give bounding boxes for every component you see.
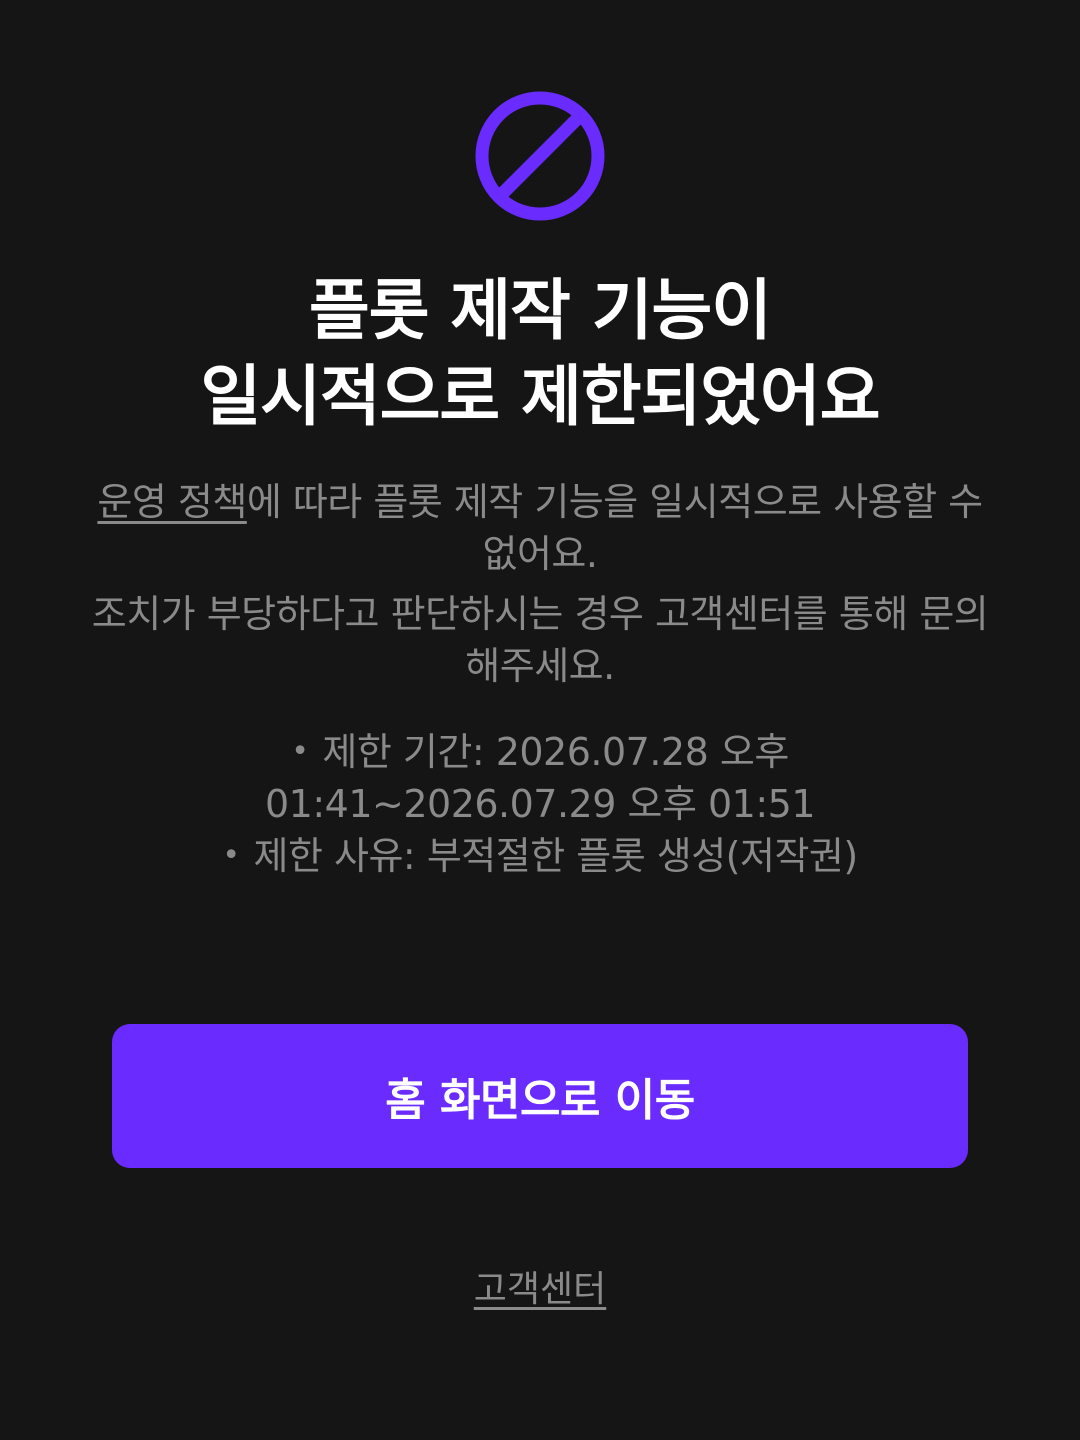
restriction-reason-text: 제한 사유: 부적절한 플롯 생성(저작권) <box>253 834 859 878</box>
description-paragraph-1-text: 에 따라 플롯 제작 기능을 일시적으로 사용할 수 없어요. <box>246 480 983 576</box>
policy-link[interactable]: 운영 정책 <box>97 480 247 524</box>
restriction-screen: 플롯 제작 기능이 일시적으로 제한되었어요 운영 정책에 따라 플롯 제작 기… <box>0 0 1080 1440</box>
description-paragraph-1: 운영 정책에 따라 플롯 제작 기능을 일시적으로 사용할 수 없어요. <box>90 476 990 580</box>
restriction-period-text: 제한 기간: 2026.07.28 오후 01:41~2026.07.29 오후… <box>264 730 816 826</box>
description: 운영 정책에 따라 플롯 제작 기능을 일시적으로 사용할 수 없어요. 조치가… <box>90 476 990 692</box>
customer-center-link[interactable]: 고객센터 <box>340 1266 740 1314</box>
page-title-line-2: 일시적으로 제한되었어요 <box>200 358 881 435</box>
restriction-period: • 제한 기간: 2026.07.28 오후 01:41~2026.07.29 오… <box>120 726 960 830</box>
description-paragraph-2: 조치가 부당하다고 판단하시는 경우 고객센터를 통해 문의해주세요. <box>91 592 989 688</box>
restriction-reason: • 제한 사유: 부적절한 플롯 생성(저작권) <box>120 830 960 882</box>
page-title: 플롯 제작 기능이 일시적으로 제한되었어요 <box>60 268 1020 440</box>
bullet-icon: • <box>291 734 309 769</box>
bullet-icon: • <box>222 838 240 873</box>
go-home-button[interactable]: 홈 화면으로 이동 <box>112 1024 968 1168</box>
page-title-line-1: 플롯 제작 기능이 <box>309 272 772 349</box>
block-icon <box>475 91 605 221</box>
restriction-details: • 제한 기간: 2026.07.28 오후 01:41~2026.07.29 오… <box>120 726 960 882</box>
